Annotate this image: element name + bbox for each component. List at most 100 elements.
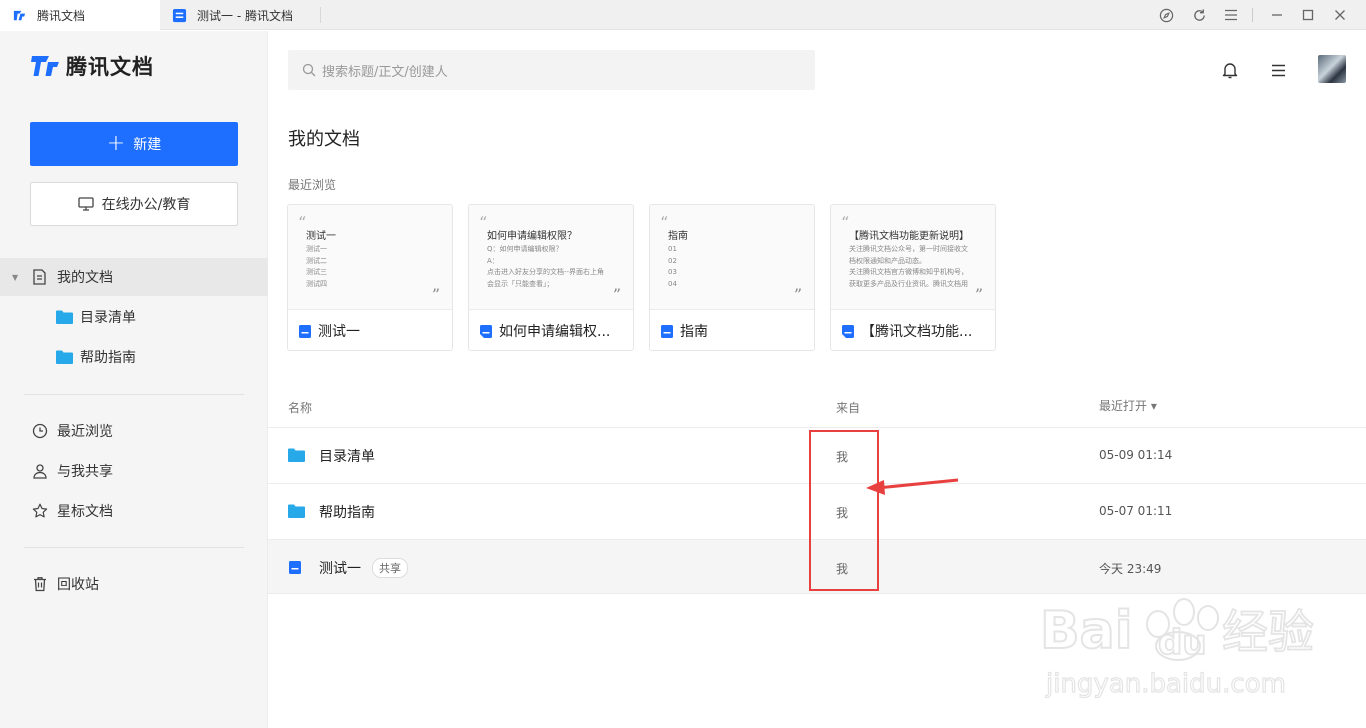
- recent-card[interactable]: “ 【腾讯文档功能更新说明】 关注腾讯文档公众号，第一时间接收文 档权限通知和产…: [830, 204, 996, 351]
- doc-icon: [172, 8, 187, 22]
- card-preview-title: 【腾讯文档功能更新说明】: [849, 231, 969, 242]
- sidebar-divider: [24, 394, 244, 395]
- close-icon[interactable]: [1322, 0, 1358, 30]
- card-name: 如何申请编辑权...: [499, 324, 611, 340]
- row-name: 帮助指南: [319, 505, 375, 521]
- sidebar-item-help-guide[interactable]: 帮助指南: [0, 338, 268, 376]
- star-icon: [32, 503, 48, 518]
- bell-icon[interactable]: [1220, 60, 1240, 80]
- sidebar-divider: [24, 547, 244, 548]
- recent-card[interactable]: “ 测试一 测试一 测试二 测试三 测试四 ” 测试一: [287, 204, 453, 351]
- online-office-label: 在线办公/教育: [101, 197, 191, 213]
- shared-badge: 共享: [372, 558, 408, 578]
- doc-icon: [289, 561, 301, 574]
- recent-section-label: 最近浏览: [288, 178, 337, 192]
- quote-open-icon: “: [660, 213, 669, 232]
- card-preview-line: A：: [487, 256, 499, 265]
- shared-doc-icon: [842, 324, 854, 338]
- sidebar-item-folder-list[interactable]: 目录清单: [0, 298, 268, 336]
- shared-doc-icon: [480, 324, 492, 338]
- refresh-icon[interactable]: [1181, 0, 1217, 30]
- table-row[interactable]: 测试一 共享 我 今天 23:49: [268, 539, 1366, 594]
- sidebar-item-label: 回收站: [57, 577, 99, 593]
- card-preview-line: 测试一: [306, 245, 327, 253]
- folder-icon: [288, 448, 305, 462]
- folder-icon: [56, 310, 73, 324]
- sidebar-item-trash[interactable]: 回收站: [0, 565, 268, 603]
- sidebar: 腾讯文档 + 新建 在线办公/教育 ▼ 我的文档 目录清单 帮助指南 最近浏览: [0, 31, 268, 728]
- sidebar-item-label: 最近浏览: [57, 424, 113, 440]
- maximize-icon[interactable]: [1290, 0, 1326, 30]
- search-input[interactable]: 搜索标题/正文/创建人: [288, 50, 815, 90]
- tab-tencent-docs[interactable]: 腾讯文档: [0, 0, 160, 30]
- svg-text:Bai: Bai: [1040, 601, 1133, 661]
- new-button-label: 新建: [133, 137, 162, 153]
- card-preview: “ 【腾讯文档功能更新说明】 关注腾讯文档公众号，第一时间接收文 档权限通知和产…: [831, 205, 995, 310]
- card-preview-line: Q：如何申请编辑权限？: [487, 245, 563, 253]
- avatar[interactable]: [1318, 55, 1346, 83]
- quote-close-icon: ”: [612, 285, 621, 304]
- quote-close-icon: ”: [974, 285, 983, 304]
- folder-icon: [288, 504, 305, 518]
- quote-open-icon: “: [298, 213, 307, 232]
- new-button[interactable]: + 新建: [30, 122, 238, 166]
- menu-icon[interactable]: [1213, 0, 1249, 30]
- sidebar-item-label: 星标文档: [57, 504, 113, 520]
- sidebar-item-my-docs[interactable]: ▼ 我的文档: [0, 258, 268, 296]
- quote-close-icon: ”: [793, 285, 802, 304]
- card-preview-line: 测试四: [306, 279, 327, 288]
- column-header-last-opened[interactable]: 最近打开 ▾: [1099, 397, 1157, 414]
- plus-icon: +: [106, 131, 126, 156]
- row-name: 目录清单: [319, 449, 375, 465]
- online-office-button[interactable]: 在线办公/教育: [30, 182, 238, 226]
- row-name: 测试一: [319, 561, 361, 577]
- card-preview-line: 会显示「只能查看」；: [487, 279, 554, 288]
- row-last-opened: 05-09 01:14: [1099, 448, 1173, 462]
- title-bar: 腾讯文档 测试一 - 腾讯文档: [0, 0, 1366, 30]
- column-header-from[interactable]: 来自: [836, 399, 860, 416]
- sidebar-item-starred[interactable]: 星标文档: [0, 492, 268, 530]
- doc-icon: [299, 324, 311, 338]
- doc-icon: [661, 324, 673, 338]
- annotation-arrow-icon: [866, 478, 959, 495]
- card-preview: “ 测试一 测试一 测试二 测试三 测试四 ”: [288, 205, 452, 310]
- card-preview-line: 测试二: [306, 256, 327, 265]
- tab-test-doc[interactable]: 测试一 - 腾讯文档: [160, 0, 320, 30]
- caret-down-icon[interactable]: ▼: [12, 273, 18, 282]
- card-preview-line: 03: [668, 268, 677, 276]
- app-logo[interactable]: 腾讯文档: [30, 51, 154, 81]
- card-preview-line: 关注腾讯文档公众号，第一时间接收文: [849, 245, 968, 253]
- tab-label: 腾讯文档: [37, 8, 86, 23]
- row-from: 我: [836, 562, 849, 576]
- sidebar-item-recent[interactable]: 最近浏览: [0, 412, 268, 450]
- clock-icon: [32, 423, 48, 439]
- sidebar-item-label: 帮助指南: [80, 350, 136, 366]
- document-icon: [33, 269, 46, 285]
- card-name: 测试一: [318, 324, 360, 340]
- table-row[interactable]: 目录清单 我 05-09 01:14: [268, 427, 1366, 482]
- tab-divider: [320, 7, 321, 23]
- card-preview-line: 04: [668, 279, 677, 288]
- sidebar-item-label: 与我共享: [57, 464, 113, 480]
- search-icon: [302, 63, 316, 77]
- card-preview-line: 测试三: [306, 268, 327, 276]
- sidebar-item-shared[interactable]: 与我共享: [0, 452, 268, 490]
- row-last-opened: 今天 23:49: [1099, 562, 1162, 576]
- user-icon: [33, 464, 47, 479]
- search-placeholder: 搜索标题/正文/创建人: [322, 64, 448, 80]
- card-preview-line: 02: [668, 256, 677, 265]
- quote-open-icon: “: [841, 213, 850, 232]
- svg-text:jingyan.baidu.com: jingyan.baidu.com: [1045, 669, 1286, 699]
- column-header-name[interactable]: 名称: [288, 399, 312, 416]
- monitor-icon: [77, 197, 94, 211]
- table-row[interactable]: 帮助指南 我 05-07 01:11: [268, 483, 1366, 538]
- hamburger-menu-icon[interactable]: [1268, 60, 1288, 80]
- card-preview-line: 关注腾讯文档官方微博和知乎机构号，: [849, 268, 968, 276]
- folder-icon: [56, 350, 73, 364]
- card-preview: “ 如何申请编辑权限？ Q：如何申请编辑权限？ A： 点击进入好友分享的文档--…: [469, 205, 633, 310]
- svg-text:经验: 经验: [1222, 605, 1314, 659]
- compass-icon[interactable]: [1148, 0, 1184, 30]
- recent-card[interactable]: “ 指南 01 02 03 04 ” 指南: [649, 204, 815, 351]
- card-name: 【腾讯文档功能...: [861, 324, 973, 340]
- recent-card[interactable]: “ 如何申请编辑权限？ Q：如何申请编辑权限？ A： 点击进入好友分享的文档--…: [468, 204, 634, 351]
